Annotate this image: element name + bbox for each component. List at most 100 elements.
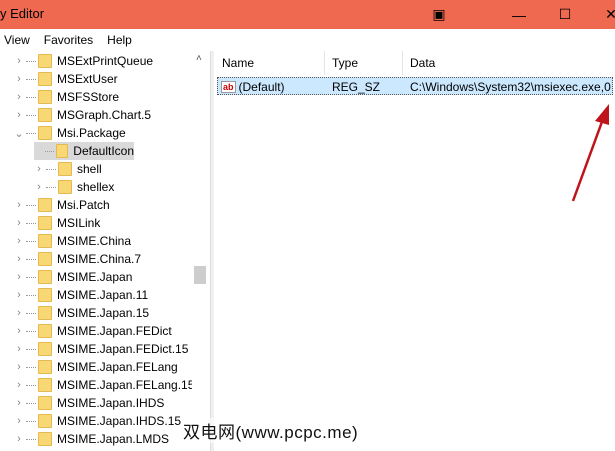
tree-connector [26,132,36,134]
chevron-right-icon[interactable]: › [14,271,24,283]
chevron-down-icon[interactable]: ⌄ [14,127,24,140]
tree-node[interactable]: › MSILink [14,214,100,232]
tree-scrollbar[interactable]: ˄ [192,51,208,451]
snap-icon[interactable]: ▣ [416,0,462,29]
tree-connector [26,366,36,368]
tree-node[interactable]: › shellex [34,178,114,196]
folder-icon [38,252,52,266]
folder-icon [38,288,52,302]
scrollbar-thumb[interactable] [194,266,206,284]
close-button[interactable]: ✕ [588,0,615,29]
chevron-right-icon[interactable]: › [14,235,24,247]
tree-node-label: MSIME.Japan.FEDict.15 [57,342,189,356]
tree-node[interactable]: › MSIME.Japan.IHDS [14,394,164,412]
tree-connector [44,150,54,152]
maximize-button[interactable]: ☐ [542,0,588,29]
tree-node[interactable]: › MSIME.China [14,232,131,250]
values-list[interactable]: Name Type Data ab (Default) REG_SZ C:\Win… [215,51,615,451]
folder-icon [38,360,52,374]
chevron-right-icon[interactable]: › [14,325,24,337]
tree-node-label: shell [77,162,102,176]
tree-connector [26,348,36,350]
tree-node-label: MSIME.Japan [57,270,133,284]
minimize-button[interactable]: — [496,0,542,29]
tree-node[interactable]: › MSIME.Japan [14,268,132,286]
column-type[interactable]: Type [325,51,403,75]
chevron-right-icon[interactable]: › [14,253,24,265]
annotation-arrow-icon [571,104,609,202]
registry-tree[interactable]: › MSExtPrintQueue › MSExtUser › MSFSStore › MSG… [0,51,192,451]
folder-icon [38,126,52,140]
chevron-right-icon[interactable]: › [14,289,24,301]
chevron-right-icon[interactable]: › [14,397,24,409]
tree-node[interactable]: › MSExtPrintQueue [14,52,153,70]
folder-icon [38,198,52,212]
tree-node[interactable]: › MSIME.Japan.11 [14,286,148,304]
scroll-up-icon[interactable]: ˄ [196,53,202,64]
tree-node[interactable]: › Msi.Patch [14,196,110,214]
folder-icon [38,54,52,68]
menu-help[interactable]: Help [100,33,139,47]
chevron-right-icon[interactable]: › [14,433,24,445]
chevron-right-icon[interactable]: › [14,217,24,229]
menu-favorites[interactable]: Favorites [37,33,100,47]
tree-connector [26,204,36,206]
tree-connector [26,258,36,260]
tree-node-label: MSILink [57,216,101,230]
tree-node[interactable]: › MSIME.Japan.IHDS.15 [14,412,181,430]
folder-icon [38,324,52,338]
chevron-right-icon[interactable]: › [14,91,24,103]
tree-node[interactable]: › MSIME.Japan.FEDict.15 [14,340,188,358]
column-data[interactable]: Data [403,51,615,75]
value-row[interactable]: ab (Default) REG_SZ C:\Windows\System32\m… [217,77,613,95]
tree-connector [26,240,36,242]
tree-connector [26,312,36,314]
folder-icon [38,414,52,428]
chevron-right-icon[interactable]: › [14,307,24,319]
tree-node[interactable]: › MSIME.China.7 [14,250,141,268]
chevron-right-icon[interactable]: › [14,73,24,85]
tree-connector [26,420,36,422]
chevron-right-icon[interactable]: › [14,379,24,391]
tree-node-label: MSIME.Japan.FELang [57,360,178,374]
chevron-right-icon[interactable]: › [34,163,44,175]
tree-node[interactable]: › shell [34,160,102,178]
tree-node[interactable]: › MSExtUser [14,70,118,88]
value-data: C:\Windows\System32\msiexec.exe,0 [410,79,611,94]
chevron-right-icon[interactable]: › [34,181,44,193]
tree-node-label: MSIME.Japan.IHDS [57,396,165,410]
folder-icon [38,90,52,104]
tree-connector [26,384,36,386]
tree-node[interactable]: › MSIME.Japan.FEDict [14,322,172,340]
folder-icon [58,162,72,176]
value-type: REG_SZ [332,79,381,94]
pane-splitter[interactable] [210,51,214,451]
tree-node[interactable]: ⌄ Msi.Package [14,124,126,142]
chevron-right-icon[interactable]: › [14,343,24,355]
tree-node-label: MSIME.Japan.FELang.15 [57,378,192,392]
chevron-right-icon[interactable]: › [14,361,24,373]
folder-icon [38,234,52,248]
tree-node[interactable]: › MSFSStore [14,88,119,106]
tree-node[interactable]: › MSGraph.Chart.5 [14,106,151,124]
value-name: (Default) [238,79,285,94]
tree-node[interactable]: › MSIME.Japan.FELang.15 [14,376,192,394]
chevron-right-icon[interactable]: › [14,415,24,427]
tree-node[interactable]: › MSIME.Japan.FELang [14,358,178,376]
tree-connector [26,222,36,224]
chevron-right-icon[interactable]: › [14,55,24,67]
tree-node-label: MSIME.Japan.FEDict [57,324,172,338]
tree-node-label: MSIME.Japan.IHDS.15 [57,414,182,428]
tree-connector [26,276,36,278]
tree-node[interactable]: › MSIME.Japan.LMDS [14,430,169,448]
tree-node[interactable]: › MSIME.Japan.15 [14,304,149,322]
column-name[interactable]: Name [215,51,325,75]
tree-node-label: Msi.Package [57,126,126,140]
tree-connector [46,168,56,170]
folder-icon [38,378,52,392]
tree-node[interactable]: DefaultIcon [34,142,134,160]
chevron-right-icon[interactable]: › [14,109,24,121]
tree-connector [46,186,56,188]
chevron-right-icon[interactable]: › [14,199,24,211]
menu-view[interactable]: View [0,33,37,47]
